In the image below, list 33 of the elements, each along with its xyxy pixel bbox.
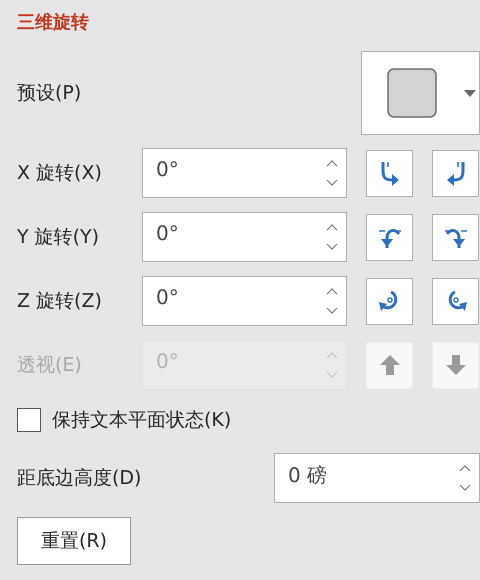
spin-up-icon [326, 351, 338, 359]
spin-field[interactable]: 0 磅 [274, 453, 480, 503]
preset-swatch-icon [387, 68, 437, 118]
spin-down-icon [459, 484, 471, 492]
spin-field[interactable]: 0° [142, 276, 347, 326]
rotate-button[interactable] [366, 214, 413, 260]
field-label: 透视(E) [17, 353, 83, 378]
dropdown-arrow-icon [464, 90, 476, 96]
preset-label: 预设(P) [17, 81, 82, 106]
section-title: 三维旋转 [17, 11, 90, 35]
rotate-button[interactable] [366, 150, 413, 196]
rotate-button[interactable] [432, 150, 479, 196]
rotate-button[interactable] [432, 214, 479, 260]
checkbox-label: 保持文本平面状态(K) [52, 408, 232, 433]
spin-field[interactable]: 0° [142, 212, 347, 262]
reset-button[interactable]: 重置(R) [17, 517, 131, 565]
spin-field[interactable]: 0° [142, 148, 347, 198]
spin-down-icon [326, 307, 338, 315]
rotate-button[interactable] [432, 278, 479, 324]
checkbox[interactable] [17, 408, 41, 432]
field-label: X 旋转(X) [17, 161, 103, 186]
spin-down-icon [326, 179, 338, 187]
spin-down-icon [326, 371, 338, 379]
field-label: 距底边高度(D) [17, 466, 142, 491]
spin-up-icon [326, 287, 338, 295]
field-label: Z 旋转(Z) [17, 289, 103, 314]
rotate-button[interactable] [366, 278, 413, 324]
spin-up-icon [326, 159, 338, 167]
spin-up-icon [459, 464, 471, 472]
spin-down-icon [326, 243, 338, 251]
spin-up-icon [326, 223, 338, 231]
preset-dropdown[interactable] [361, 51, 480, 135]
field-label: Y 旋转(Y) [17, 225, 100, 250]
